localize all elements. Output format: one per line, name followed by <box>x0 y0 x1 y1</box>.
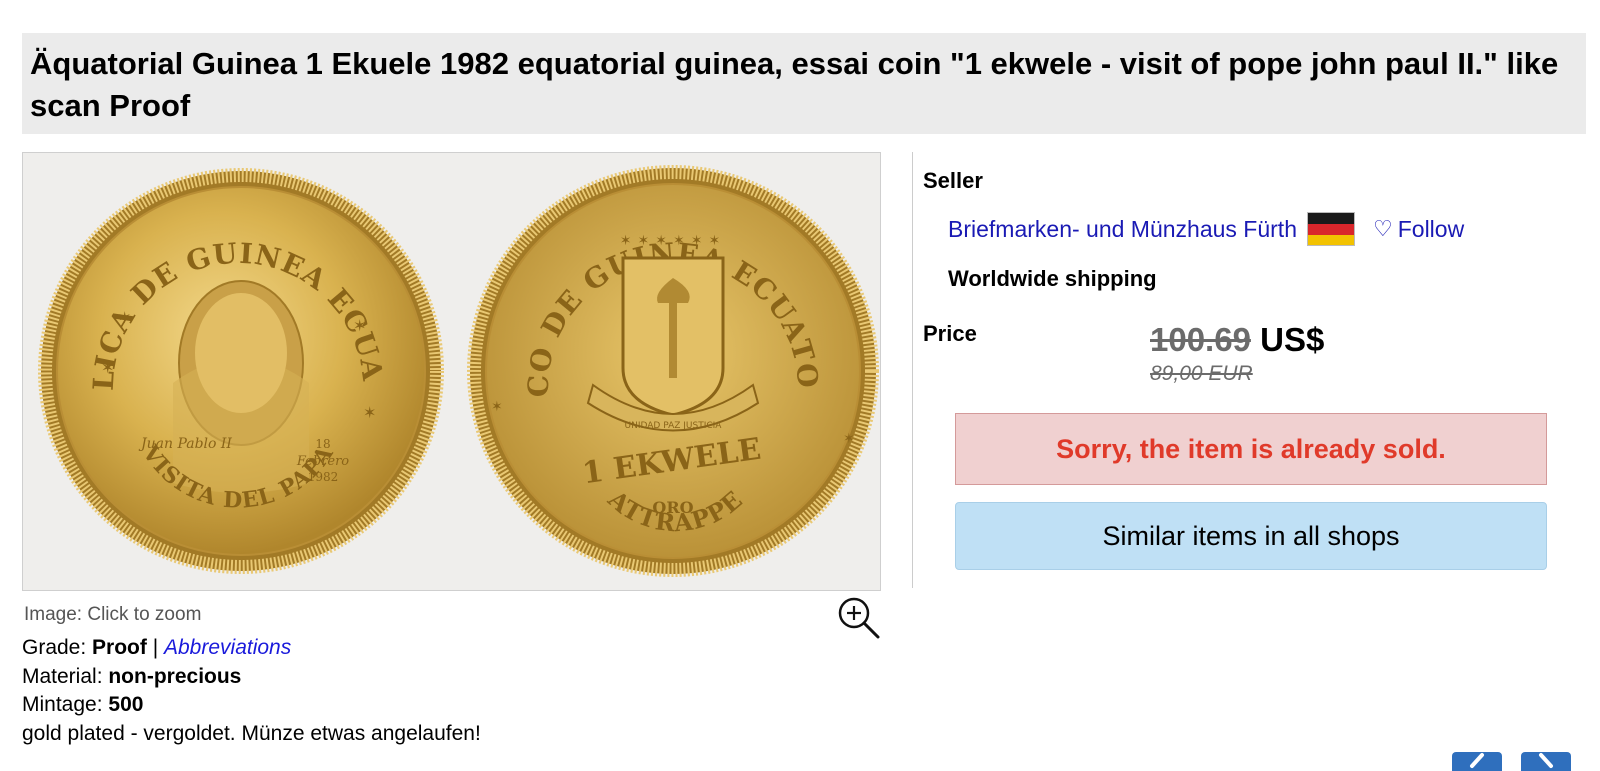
chevron-right-icon <box>1539 753 1553 768</box>
svg-text:✶✶✶✶✶✶: ✶✶✶✶✶✶ <box>620 232 726 248</box>
similar-items-button[interactable]: Similar items in all shops <box>955 502 1547 570</box>
material-value: non-precious <box>108 664 242 688</box>
svg-text:18: 18 <box>315 437 330 451</box>
svg-text:Febrero: Febrero <box>296 454 349 469</box>
price-main: 100.69 US$ <box>1150 321 1324 359</box>
chevron-left-icon <box>1470 753 1484 768</box>
coin-details: Grade: Proof | Abbreviations Material: n… <box>22 634 481 748</box>
grade-label: Grade: <box>22 636 93 659</box>
heart-outline-icon: ♡ <box>1373 216 1393 241</box>
column-divider <box>912 152 913 588</box>
mintage-label: Mintage: <box>22 693 109 716</box>
page-title: Äquatorial Guinea 1 Ekuele 1982 equatori… <box>30 46 1559 123</box>
svg-text:Juan Pablo II: Juan Pablo II <box>138 436 232 452</box>
previous-button[interactable] <box>1452 752 1502 771</box>
image-caption: Image: Click to zoom <box>24 604 202 625</box>
seller-row: Briefmarken- und Münzhaus Fürth ♡ Follow <box>948 212 1464 246</box>
svg-text:✶: ✶ <box>363 405 376 422</box>
grade-value: Proof <box>92 636 147 659</box>
follow-label: Follow <box>1397 215 1465 242</box>
svg-text:UNIDAD PAZ JUSTICIA: UNIDAD PAZ JUSTICIA <box>625 421 723 431</box>
svg-text:✶: ✶ <box>491 398 503 414</box>
zoom-in-icon[interactable] <box>836 595 882 641</box>
price-currency: US$ <box>1250 321 1325 358</box>
price-label: Price <box>923 321 977 346</box>
next-button[interactable] <box>1521 752 1571 771</box>
coin-image[interactable]: REPUBLICA DE GUINEA ECUATORIAL VISITA DE… <box>22 152 881 591</box>
seller-link[interactable]: Briefmarken- und Münzhaus Fürth <box>948 216 1297 243</box>
mintage-row: Mintage: 500 <box>22 691 481 720</box>
grade-row: Grade: Proof | Abbreviations <box>22 634 481 663</box>
material-row: Material: non-precious <box>22 663 481 692</box>
svg-text:✶: ✶ <box>843 430 855 446</box>
shipping-info: Worldwide shipping <box>948 266 1157 291</box>
coin-image-drawing: REPUBLICA DE GUINEA ECUATORIAL VISITA DE… <box>23 153 880 590</box>
svg-text:✶: ✶ <box>118 310 131 327</box>
mintage-value: 500 <box>108 693 144 716</box>
seller-label: Seller <box>923 168 983 193</box>
abbreviations-link[interactable]: Abbreviations <box>164 636 291 659</box>
price-eur: 89,00 EUR <box>1150 362 1253 385</box>
grade-separator: | <box>146 636 164 659</box>
germany-flag-icon <box>1307 212 1355 246</box>
svg-text:1982: 1982 <box>308 470 339 484</box>
follow-button[interactable]: ♡ Follow <box>1373 216 1464 243</box>
svg-text:✶: ✶ <box>101 360 114 377</box>
price-amount: 100.69 <box>1150 321 1251 358</box>
title-bar: Äquatorial Guinea 1 Ekuele 1982 equatori… <box>22 33 1586 134</box>
material-label: Material: <box>22 664 109 688</box>
item-note: gold plated - vergoldet. Münze etwas ang… <box>22 721 481 745</box>
sold-notice: Sorry, the item is already sold. <box>955 413 1547 485</box>
svg-text:✶: ✶ <box>353 318 366 335</box>
